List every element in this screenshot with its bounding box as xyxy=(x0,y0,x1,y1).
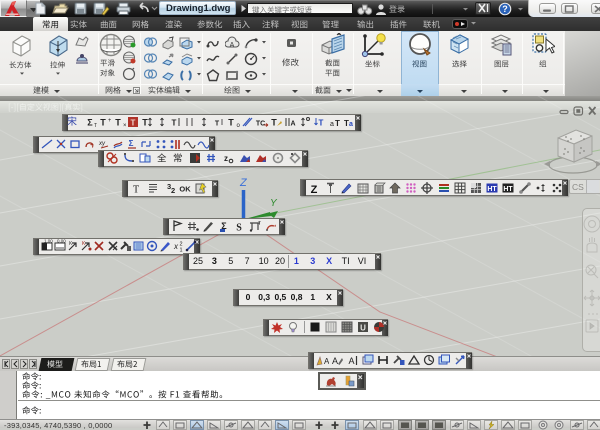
svg-text:?: ? xyxy=(502,4,508,14)
svg-text:T: T xyxy=(101,118,107,128)
svg-text:U: U xyxy=(360,324,366,333)
svg-text:T: T xyxy=(271,118,277,128)
svg-text:Z: Z xyxy=(239,177,248,189)
svg-text:T: T xyxy=(142,118,148,128)
svg-text:a: a xyxy=(349,121,353,128)
svg-text:1.00: 1.00 xyxy=(44,239,53,244)
svg-text:T: T xyxy=(130,119,135,128)
svg-text:T: T xyxy=(228,118,234,128)
svg-text:T: T xyxy=(335,119,340,128)
svg-text:z: z xyxy=(224,154,228,163)
svg-text:T: T xyxy=(133,185,139,196)
svg-text:a: a xyxy=(330,121,334,128)
svg-text:0.00: 0.00 xyxy=(57,239,66,244)
svg-text:2: 2 xyxy=(171,186,175,195)
svg-text:x: x xyxy=(173,242,179,251)
svg-text:A: A xyxy=(332,356,338,366)
svg-text:Σ: Σ xyxy=(87,118,93,128)
svg-text:S: S xyxy=(237,223,243,234)
svg-text:HT: HT xyxy=(488,186,498,193)
svg-text:A: A xyxy=(291,121,296,128)
svg-text:T: T xyxy=(171,119,176,128)
svg-text:HT: HT xyxy=(504,186,514,193)
svg-text:Y: Y xyxy=(270,198,278,209)
svg-text:Z: Z xyxy=(311,184,318,195)
svg-text:A: A xyxy=(324,357,329,366)
svg-text:T: T xyxy=(318,119,323,128)
svg-text:A: A xyxy=(348,356,354,366)
svg-text:T: T xyxy=(115,118,121,128)
svg-text:T: T xyxy=(258,221,261,227)
svg-text:Σ: Σ xyxy=(129,139,134,148)
svg-text:T: T xyxy=(215,121,220,128)
svg-text:xy: xy xyxy=(98,141,106,147)
svg-text:OK: OK xyxy=(179,185,191,194)
svg-text:A: A xyxy=(230,42,235,49)
svg-text:TC: TC xyxy=(255,121,264,128)
